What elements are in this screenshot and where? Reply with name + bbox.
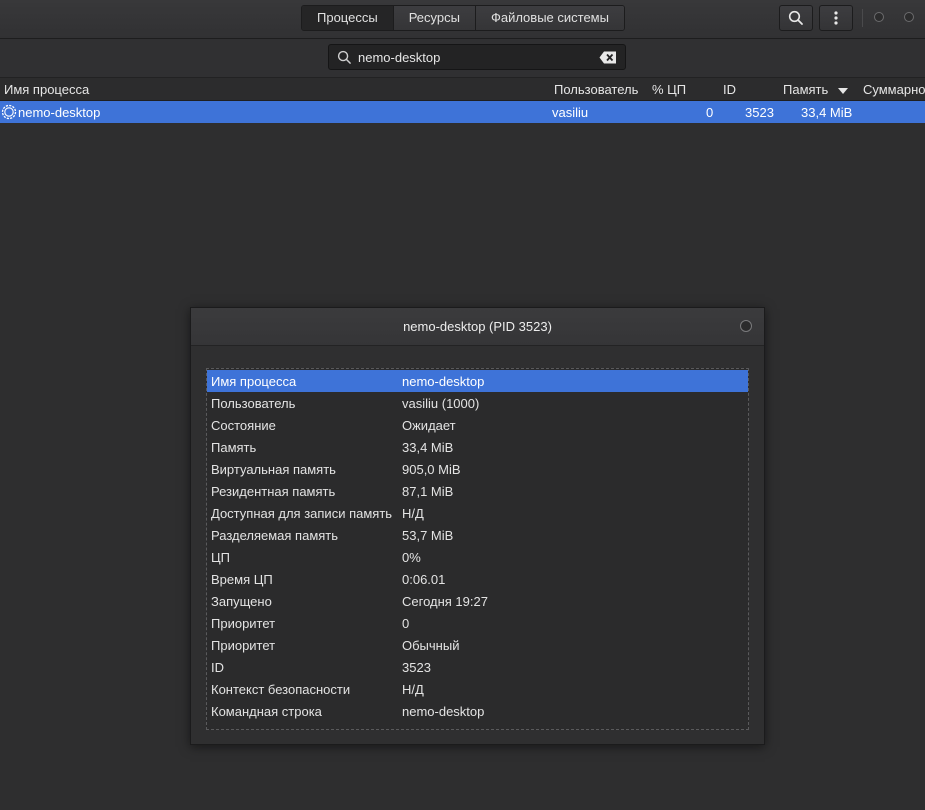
column-total[interactable]: Суммарно [863,82,925,97]
process-gear-icon [1,104,17,120]
detail-row[interactable]: ЦП 0% [207,546,748,568]
process-table-header: Имя процесса Пользователь % ЦП ID Память… [0,78,925,101]
header-bar: Процессы Ресурсы Файловые системы [0,0,925,39]
detail-value: 905,0 MiB [402,462,461,477]
detail-key: Память [211,440,257,455]
detail-row[interactable]: Резидентная память 87,1 MiB [207,480,748,502]
detail-key: Время ЦП [211,572,273,587]
column-process-name[interactable]: Имя процесса [4,82,89,97]
detail-value: Н/Д [402,682,424,697]
detail-value: Сегодня 19:27 [402,594,488,609]
tab-resources[interactable]: Ресурсы [393,6,476,30]
view-switcher: Процессы Ресурсы Файловые системы [301,5,625,31]
header-separator [862,9,863,27]
search-input[interactable] [358,48,588,66]
search-icon [788,10,803,25]
column-memory[interactable]: Память [783,82,848,97]
sort-descending-icon [837,87,848,94]
detail-key: Разделяемая память [211,528,339,543]
dialog-close-button[interactable] [740,320,752,332]
tab-file-systems[interactable]: Файловые системы [475,6,624,30]
search-entry [328,44,626,70]
detail-key: Приоритет [211,616,276,631]
detail-value: 3523 [402,660,431,675]
detail-row[interactable]: Приоритет Обычный [207,634,748,656]
detail-key: Резидентная память [211,484,336,499]
process-details-dialog: nemo-desktop (PID 3523) Имя процесса nemo… [190,307,765,745]
detail-key: Доступная для записи память [211,506,393,521]
detail-value: vasiliu (1000) [402,396,480,411]
detail-key: Запущено [211,594,272,609]
detail-value: 87,1 MiB [402,484,454,499]
table-row[interactable]: nemo-desktop vasiliu 0 3523 33,4 MiB [0,101,925,123]
detail-value: nemo-desktop [402,704,485,719]
minimize-window-button[interactable] [874,12,884,22]
detail-key: Ожидание в ядре [211,726,317,729]
detail-row[interactable]: Приоритет 0 [207,612,748,634]
column-user[interactable]: Пользователь [554,82,638,97]
detail-value: 53,7 MiB [402,528,454,543]
detail-key: Виртуальная память [211,462,336,477]
detail-row[interactable]: Контекст безопасности Н/Д [207,678,748,700]
detail-row[interactable]: Доступная для записи память Н/Д [207,502,748,524]
close-window-button[interactable] [904,12,914,22]
row-user: vasiliu [552,105,589,120]
details-list[interactable]: Имя процесса nemo-desktop Пользователь vasi… [206,368,749,730]
detail-value: 0 [402,726,409,729]
search-toggle-button[interactable] [779,5,813,31]
detail-value: 33,4 MiB [402,440,454,455]
detail-row[interactable]: Разделяемая память 53,7 MiB [207,524,748,546]
row-id: 3523 [745,105,774,120]
row-cpu: 0 [706,105,714,120]
column-id[interactable]: ID [723,82,736,97]
search-bar [0,39,925,78]
detail-value: nemo-desktop [402,374,485,389]
column-memory-label: Память [783,82,829,97]
detail-key: Командная строка [211,704,322,719]
column-cpu[interactable]: % ЦП [652,82,686,97]
detail-key: ЦП [211,550,230,565]
search-icon [337,50,351,64]
dialog-title: nemo-desktop (PID 3523) [191,308,764,346]
kebab-menu-icon [834,11,838,25]
tab-processes[interactable]: Процессы [302,6,394,30]
detail-row[interactable]: Состояние Ожидает [207,414,748,436]
detail-row[interactable]: Запущено Сегодня 19:27 [207,590,748,612]
row-process-name: nemo-desktop [18,105,101,120]
detail-row[interactable]: Имя процесса nemo-desktop [207,370,748,392]
detail-row[interactable]: Ожидание в ядре 0 [207,722,748,729]
detail-key: Состояние [211,418,276,433]
detail-row[interactable]: Время ЦП 0:06.01 [207,568,748,590]
detail-key: Имя процесса [211,374,297,389]
detail-value: Ожидает [402,418,456,433]
detail-value: Н/Д [402,506,424,521]
detail-row[interactable]: Виртуальная память 905,0 MiB [207,458,748,480]
row-memory: 33,4 MiB [801,105,853,120]
detail-key: Пользователь [211,396,296,411]
detail-value: 0% [402,550,421,565]
detail-key: Контекст безопасности [211,682,351,697]
detail-row[interactable]: Память 33,4 MiB [207,436,748,458]
clear-icon[interactable] [599,51,617,64]
detail-key: ID [211,660,224,675]
detail-value: Обычный [402,638,460,653]
detail-value: 0 [402,616,410,631]
detail-row[interactable]: Пользователь vasiliu (1000) [207,392,748,414]
detail-key: Приоритет [211,638,276,653]
detail-row[interactable]: ID 3523 [207,656,748,678]
detail-row[interactable]: Командная строка nemo-desktop [207,700,748,722]
menu-button[interactable] [819,5,853,31]
detail-value: 0:06.01 [402,572,446,587]
